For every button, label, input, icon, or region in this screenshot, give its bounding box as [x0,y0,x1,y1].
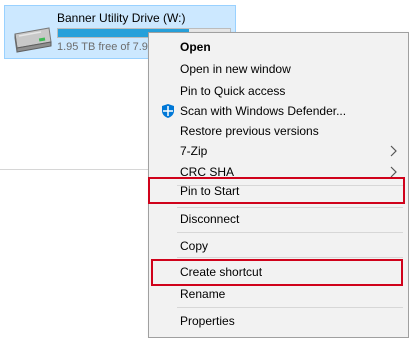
windows-defender-icon [160,103,176,119]
menu-item-label: 7-Zip [180,144,208,158]
menu-item-rename[interactable]: Rename [152,283,406,305]
highlight-create-shortcut [151,259,403,286]
menu-item-label: Copy [180,239,209,253]
menu-item-7zip[interactable]: 7-Zip [152,140,406,162]
menu-separator [177,307,403,308]
menu-item-label: Pin to Quick access [180,84,286,98]
menu-item-label: Disconnect [180,212,240,226]
drive-name: Banner Utility Drive (W:) [57,11,186,25]
menu-item-label: Open in new window [180,62,291,76]
menu-item-label: Scan with Windows Defender... [180,104,347,118]
menu-item-label: Restore previous versions [180,124,319,138]
drive-free-space: 1.95 TB free of 7.99 [57,41,155,53]
menu-item-disconnect[interactable]: Disconnect [152,208,406,230]
chevron-right-icon [390,145,398,157]
drive-icon [11,20,53,56]
menu-item-scan-defender[interactable]: Scan with Windows Defender... [152,100,406,122]
menu-item-label: Properties [180,314,235,328]
highlight-pin-to-start [148,177,405,204]
explorer-divider [0,169,148,170]
menu-item-restore-versions[interactable]: Restore previous versions [152,120,406,142]
menu-item-copy[interactable]: Copy [152,235,406,257]
menu-item-properties[interactable]: Properties [152,310,406,332]
menu-item-open[interactable]: Open [152,36,406,58]
menu-separator [177,232,403,233]
menu-item-open-new-window[interactable]: Open in new window [152,58,406,80]
menu-separator [177,257,403,258]
menu-item-label: Open [180,40,211,54]
explorer-lower-area [0,170,148,338]
menu-item-pin-quick-access[interactable]: Pin to Quick access [152,80,406,102]
menu-item-label: Rename [180,287,226,301]
